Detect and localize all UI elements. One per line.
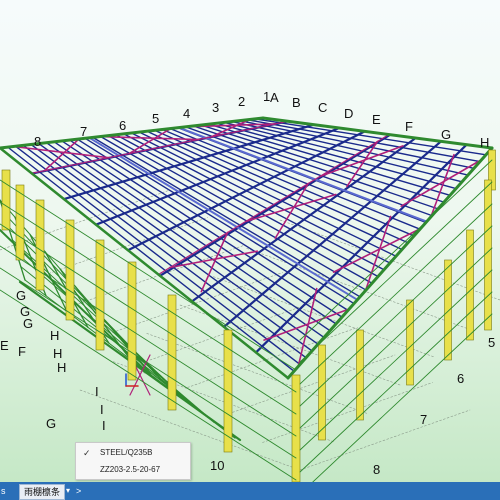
column — [356, 329, 364, 421]
grid-label-number: 5 — [152, 111, 159, 126]
grid-label-number: 3 — [212, 100, 219, 115]
column — [484, 179, 492, 331]
grid-label-number: 8 — [373, 462, 380, 477]
grid-label-letter: H — [53, 346, 62, 361]
tab-canopy-purlin[interactable]: 雨棚檩条 — [19, 484, 66, 500]
column — [444, 259, 452, 361]
grid-label-number: 7 — [420, 412, 427, 427]
column — [318, 344, 326, 441]
3d-model-viewport[interactable]: 8 7 6 5 4 3 2 1 A B C D E F G H 5 6 7 8 G G G H H H F G I I I 10 E — [0, 0, 500, 482]
grid-label-letter: C — [318, 100, 327, 115]
grid-label-letter: I — [95, 384, 99, 399]
grid-label-number: 6 — [457, 371, 464, 386]
grid-label-number: 8 — [34, 134, 41, 149]
column — [127, 261, 137, 381]
dropdown-item-label: STEEL/Q235B — [100, 448, 153, 457]
grid-label-letter: D — [344, 106, 353, 121]
column — [65, 219, 75, 321]
dropdown-item-section[interactable]: ZZ203-2.5-20-67 — [76, 462, 190, 478]
grid-label-number: 6 — [119, 118, 126, 133]
grid-label-letter: G — [46, 416, 56, 431]
grid-label-number: 7 — [80, 124, 87, 139]
grid-label-letter: G — [23, 316, 33, 331]
grid-label-number: 5 — [488, 335, 495, 350]
grid-label-letter: H — [50, 328, 59, 343]
grid-label-letter: G — [441, 127, 451, 142]
grid-label-number: 10 — [210, 458, 224, 473]
column — [1, 169, 11, 231]
column — [291, 374, 301, 482]
column — [35, 199, 45, 291]
grid-label-letter: E — [0, 338, 9, 353]
column — [15, 184, 25, 261]
chevron-down-icon[interactable]: ▾ — [66, 482, 70, 500]
steel-structure-model: 87 6 5 4 3 2 1 A B C D E FGH5678GGGHHHFGIII10E — [0, 0, 500, 482]
grid-label-letter: E — [372, 112, 381, 127]
grid-label-letter: G — [16, 288, 26, 303]
section-dropdown-menu[interactable]: ✓ STEEL/Q235B ZZ203-2.5-20-67 — [75, 442, 191, 480]
grid-label-letter: H — [57, 360, 66, 375]
next-tab-button[interactable]: > — [76, 482, 81, 500]
grid-label-letter: F — [18, 344, 26, 359]
grid-label-letter: B — [292, 95, 301, 110]
status-bar: s 雨棚檩条 ▾ > — [0, 482, 500, 500]
status-left-text: s — [1, 486, 6, 496]
grid-label-letter: F — [405, 119, 413, 134]
dropdown-item-label: ZZ203-2.5-20-67 — [100, 465, 161, 474]
grid-label-letter: I — [102, 418, 106, 433]
dropdown-item-material[interactable]: ✓ STEEL/Q235B — [76, 445, 190, 461]
grid-label-letter: H — [480, 135, 489, 150]
column — [406, 299, 414, 386]
grid-label-letter: A — [270, 90, 279, 105]
grid-label-number: 2 — [238, 94, 245, 109]
grid-label-letter: I — [100, 402, 104, 417]
viewport-background — [0, 0, 500, 482]
check-icon: ✓ — [83, 448, 91, 458]
grid-label-number: 4 — [183, 106, 190, 121]
